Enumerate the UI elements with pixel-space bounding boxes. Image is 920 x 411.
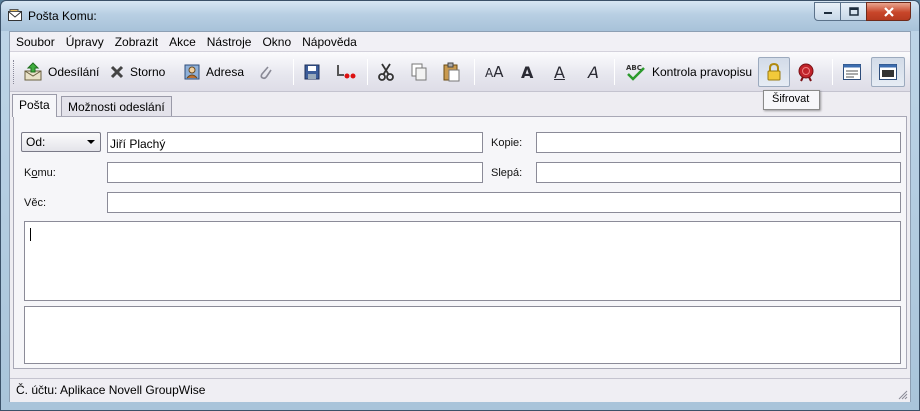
close-icon — [883, 6, 894, 17]
compose-form: Od: Kopie: Komu: Slepá: Věc: — [13, 116, 907, 369]
mail-compose-icon — [8, 9, 22, 22]
title-bar[interactable]: Pošta Komu: — [1, 1, 919, 31]
subject-field[interactable] — [107, 192, 901, 213]
minimize-icon — [823, 11, 832, 14]
to-label: Komu: — [24, 167, 56, 179]
toolbar-separator — [293, 59, 294, 85]
status-text: Č. účtu: Aplikace Novell GroupWise — [16, 383, 206, 397]
cc-label: Kopie: — [491, 137, 523, 149]
bcc-field[interactable] — [536, 162, 901, 183]
tab-posta[interactable]: Pošta — [12, 94, 57, 117]
send-icon — [24, 62, 42, 81]
attach-button[interactable] — [256, 57, 274, 87]
underline-button[interactable]: A — [553, 57, 566, 87]
address-book-icon — [184, 64, 200, 80]
compose-window: Pošta Komu: Soubor Úpravy Zobrazit Akce … — [0, 0, 920, 411]
window-title: Pošta Komu: — [28, 9, 97, 23]
italic-icon: A — [588, 62, 599, 82]
from-select[interactable]: Od: — [21, 132, 101, 152]
address-label: Adresa — [206, 65, 245, 79]
encrypt-button[interactable] — [758, 57, 790, 87]
toolbar-separator — [614, 59, 615, 85]
attach-icon — [260, 66, 272, 80]
tab-moznosti-odeslani[interactable]: Možnosti odeslání — [61, 96, 172, 116]
bcc-label: Slepá: — [491, 167, 523, 179]
menu-bar: Soubor Úpravy Zobrazit Akce Nástroje Okn… — [10, 32, 910, 52]
toolbar-separator — [832, 59, 833, 85]
spellcheck-button[interactable]: ABC Kontrola pravopisu — [624, 57, 753, 87]
attachment-pane[interactable] — [24, 306, 901, 364]
to-field[interactable] — [107, 162, 483, 183]
text-caret — [30, 228, 31, 241]
cut-icon — [378, 63, 394, 81]
chevron-down-icon — [87, 140, 95, 144]
from-field[interactable] — [107, 132, 483, 153]
view-button[interactable] — [841, 57, 863, 87]
cc-field[interactable] — [536, 132, 901, 153]
menu-napoveda[interactable]: Nápověda — [296, 32, 362, 52]
layout-button[interactable] — [871, 57, 905, 87]
font-size-button[interactable]: AA — [484, 57, 504, 87]
spellcheck-label: Kontrola pravopisu — [652, 65, 753, 79]
menu-okno[interactable]: Okno — [256, 32, 296, 52]
spellcheck-icon: ABC — [626, 64, 645, 81]
close-button[interactable] — [866, 2, 911, 21]
bold-button[interactable]: A — [520, 57, 534, 87]
maximize-button[interactable] — [840, 2, 867, 21]
minimize-button[interactable] — [814, 2, 841, 21]
menu-upravy[interactable]: Úpravy — [60, 32, 109, 52]
layout-icon — [879, 64, 897, 80]
delivery-options-icon — [337, 65, 356, 79]
save-button[interactable] — [302, 57, 322, 87]
status-bar: Č. účtu: Aplikace Novell GroupWise — [10, 378, 910, 402]
copy-icon — [411, 63, 427, 81]
delivery-options-button[interactable] — [334, 57, 358, 87]
toolbar-separator — [474, 59, 475, 85]
menu-soubor[interactable]: Soubor — [10, 32, 60, 52]
maximize-icon — [848, 7, 859, 16]
subject-label: Věc: — [24, 197, 47, 209]
sign-seal-icon — [798, 63, 814, 82]
underline-icon: A — [554, 62, 565, 82]
copy-button[interactable] — [408, 57, 430, 87]
send-button[interactable]: Odesílání — [22, 57, 100, 87]
encrypt-lock-icon — [767, 62, 781, 81]
toolbar: Odesílání Storno Adresa AA A A A ABC Kon… — [10, 52, 910, 92]
sign-button[interactable] — [795, 57, 817, 87]
address-button[interactable]: Adresa — [182, 57, 245, 87]
menu-akce[interactable]: Akce — [163, 32, 201, 52]
menu-zobrazit[interactable]: Zobrazit — [109, 32, 163, 52]
toolbar-separator — [367, 59, 368, 85]
font-size-icon: AA — [485, 63, 504, 81]
bold-icon: A — [521, 62, 534, 82]
window-client: Soubor Úpravy Zobrazit Akce Nástroje Okn… — [9, 31, 911, 402]
save-icon — [304, 64, 320, 80]
send-label: Odesílání — [48, 65, 100, 79]
encrypt-tooltip: Šifrovat — [763, 90, 820, 110]
view-icon — [843, 64, 861, 80]
cancel-button[interactable]: Storno — [108, 57, 166, 87]
paste-button[interactable] — [440, 57, 462, 87]
italic-button[interactable]: A — [587, 57, 600, 87]
menu-nastroje[interactable]: Nástroje — [201, 32, 257, 52]
cancel-label: Storno — [130, 65, 166, 79]
resize-grip-icon[interactable] — [898, 390, 908, 400]
cancel-icon — [110, 65, 124, 79]
message-body[interactable] — [24, 221, 901, 301]
from-select-value: Od: — [26, 135, 46, 149]
paste-icon — [443, 62, 460, 82]
toolbar-grip[interactable] — [13, 60, 16, 84]
cut-button[interactable] — [376, 57, 396, 87]
